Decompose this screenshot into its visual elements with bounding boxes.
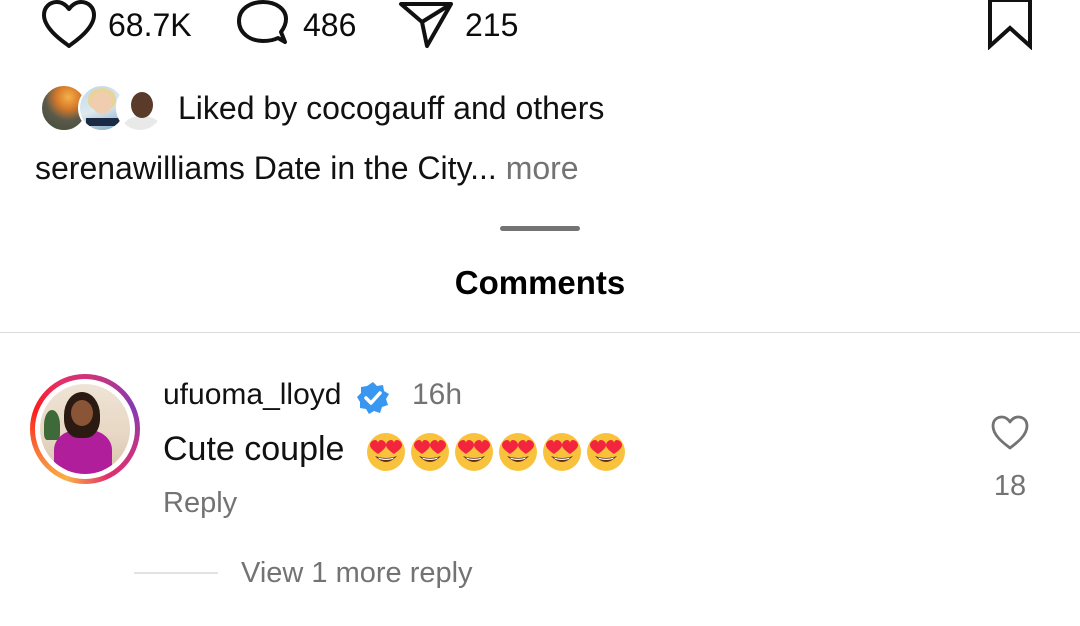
caption-more-link[interactable]: more: [497, 150, 579, 186]
shares-count[interactable]: 215: [465, 9, 518, 41]
replies-divider-line: [134, 572, 218, 574]
liked-by-row[interactable]: Liked by cocogauff and others: [40, 84, 604, 132]
liked-by-text[interactable]: Liked by cocogauff and others: [178, 90, 604, 127]
sheet-drag-handle[interactable]: [500, 226, 580, 231]
view-more-replies-button[interactable]: View 1 more reply: [241, 557, 473, 590]
divider: [0, 332, 1080, 333]
heart-eyes-emoji-icon: [587, 433, 625, 471]
verified-badge-icon: [357, 382, 389, 414]
comment-username[interactable]: ufuoma_lloyd: [163, 378, 341, 412]
heart-eyes-emoji-icon: [367, 433, 405, 471]
comment-heart-icon[interactable]: [990, 415, 1030, 451]
heart-eyes-emoji-icon: [499, 433, 537, 471]
bookmark-icon[interactable]: [986, 0, 1034, 50]
comment-text: Cute couple: [163, 430, 345, 468]
comments-count[interactable]: 486: [303, 9, 356, 41]
post-action-bar: 68.7K 486 215: [0, 0, 1080, 50]
post-caption: serenawilliams Date in the City... more: [35, 150, 579, 187]
comment-emojis: [366, 432, 626, 472]
heart-eyes-emoji-icon: [543, 433, 581, 471]
heart-eyes-emoji-icon: [411, 433, 449, 471]
commenter-avatar[interactable]: [30, 374, 140, 484]
share-action[interactable]: 215: [397, 0, 518, 50]
paper-plane-icon[interactable]: [397, 0, 455, 50]
comment-timestamp: 16h: [412, 378, 463, 411]
comments-title: Comments: [454, 264, 626, 301]
like-action[interactable]: 68.7K: [40, 0, 192, 50]
comment-bubble-icon[interactable]: [233, 0, 293, 50]
heart-icon[interactable]: [40, 0, 98, 50]
reply-button[interactable]: Reply: [163, 487, 237, 520]
comment-action[interactable]: 486: [233, 0, 356, 50]
liker-avatars: [40, 84, 164, 132]
heart-eyes-emoji-icon: [455, 433, 493, 471]
avatar: [116, 84, 164, 132]
comment-like-count: 18: [993, 470, 1027, 502]
likes-count[interactable]: 68.7K: [108, 9, 192, 41]
caption-text: serenawilliams Date in the City...: [35, 150, 497, 186]
